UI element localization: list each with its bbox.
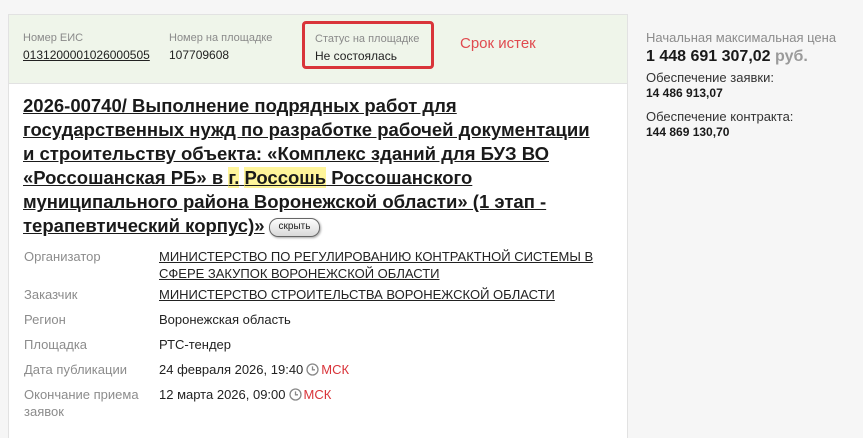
bid-security-label: Обеспечение заявки: [646,70,774,85]
platform-number-block: Номер на площадке 107709608 [169,32,272,63]
region-label: Регион [24,312,66,327]
end-date-value: 12 марта 2026, 09:00 МСК [159,386,599,405]
purchase-header: Номер ЕИС 0131200001026000505 Номер на п… [9,15,627,84]
title-highlight-1[interactable]: г. [228,167,240,188]
bid-security-value: 14 486 913,07 [646,86,723,100]
contract-security-label: Обеспечение контракта: [646,109,794,124]
clock-icon [306,363,319,380]
end-date-label: Окончание приема заявок [24,387,139,419]
status-block: Статус на площадке Не состоялась [315,33,419,64]
expired-badge: Срок истек [460,35,536,52]
timezone-label: МСК [303,387,332,402]
initial-price: 1 448 691 307,02 руб. [646,47,856,67]
purchase-title-link[interactable]: 2026-00740/ Выполнение подрядных работ д… [23,95,590,236]
contract-security-value: 144 869 130,70 [646,125,730,139]
publication-date-value: 24 февраля 2026, 19:40 МСК [159,361,599,380]
status-highlight-box: Статус на площадке Не состоялась [302,21,434,69]
platform-number-label: Номер на площадке [169,32,273,44]
eis-number-block: Номер ЕИС 0131200001026000505 [23,32,150,63]
status-label: Статус на площадке [315,33,420,45]
price-panel: Начальная максимальная цена 1 448 691 30… [646,30,856,140]
hide-button[interactable]: скрыть [268,217,321,237]
customer-label: Заказчик [24,287,78,302]
publication-date-text: 24 февраля 2026, 19:40 [159,362,304,377]
organizer-label: Организатор [24,249,101,264]
platform-label: Площадка [24,337,88,352]
currency-label: руб. [775,48,808,65]
clock-icon [288,388,302,405]
organizer-link[interactable]: МИНИСТЕРСТВО ПО РЕГУЛИРОВАНИЮ КОНТРАКТНО… [159,248,599,282]
publication-date-label: Дата публикации [24,362,127,377]
end-date-text: 12 марта 2026, 09:00 [159,387,286,402]
region-value: Воронежская область [159,312,291,327]
timezone-label: МСК [321,362,350,377]
status-value: Не состоялась [315,49,397,63]
purchase-title: 2026-00740/ Выполнение подрядных работ д… [23,94,598,238]
eis-number-link[interactable]: 0131200001026000505 [23,47,150,63]
eis-number-label: Номер ЕИС [23,32,84,44]
customer-link[interactable]: МИНИСТЕРСТВО СТРОИТЕЛЬСТВА ВОРОНЕЖСКОЙ О… [159,286,599,303]
initial-price-label: Начальная максимальная цена [646,30,837,45]
initial-price-value: 1 448 691 307,02 [646,48,771,65]
purchase-card: Номер ЕИС 0131200001026000505 Номер на п… [8,14,628,438]
title-highlight-2[interactable]: Россошь [244,167,327,188]
platform-value: РТС-тендер [159,337,232,352]
platform-number-value: 107709608 [169,48,230,62]
